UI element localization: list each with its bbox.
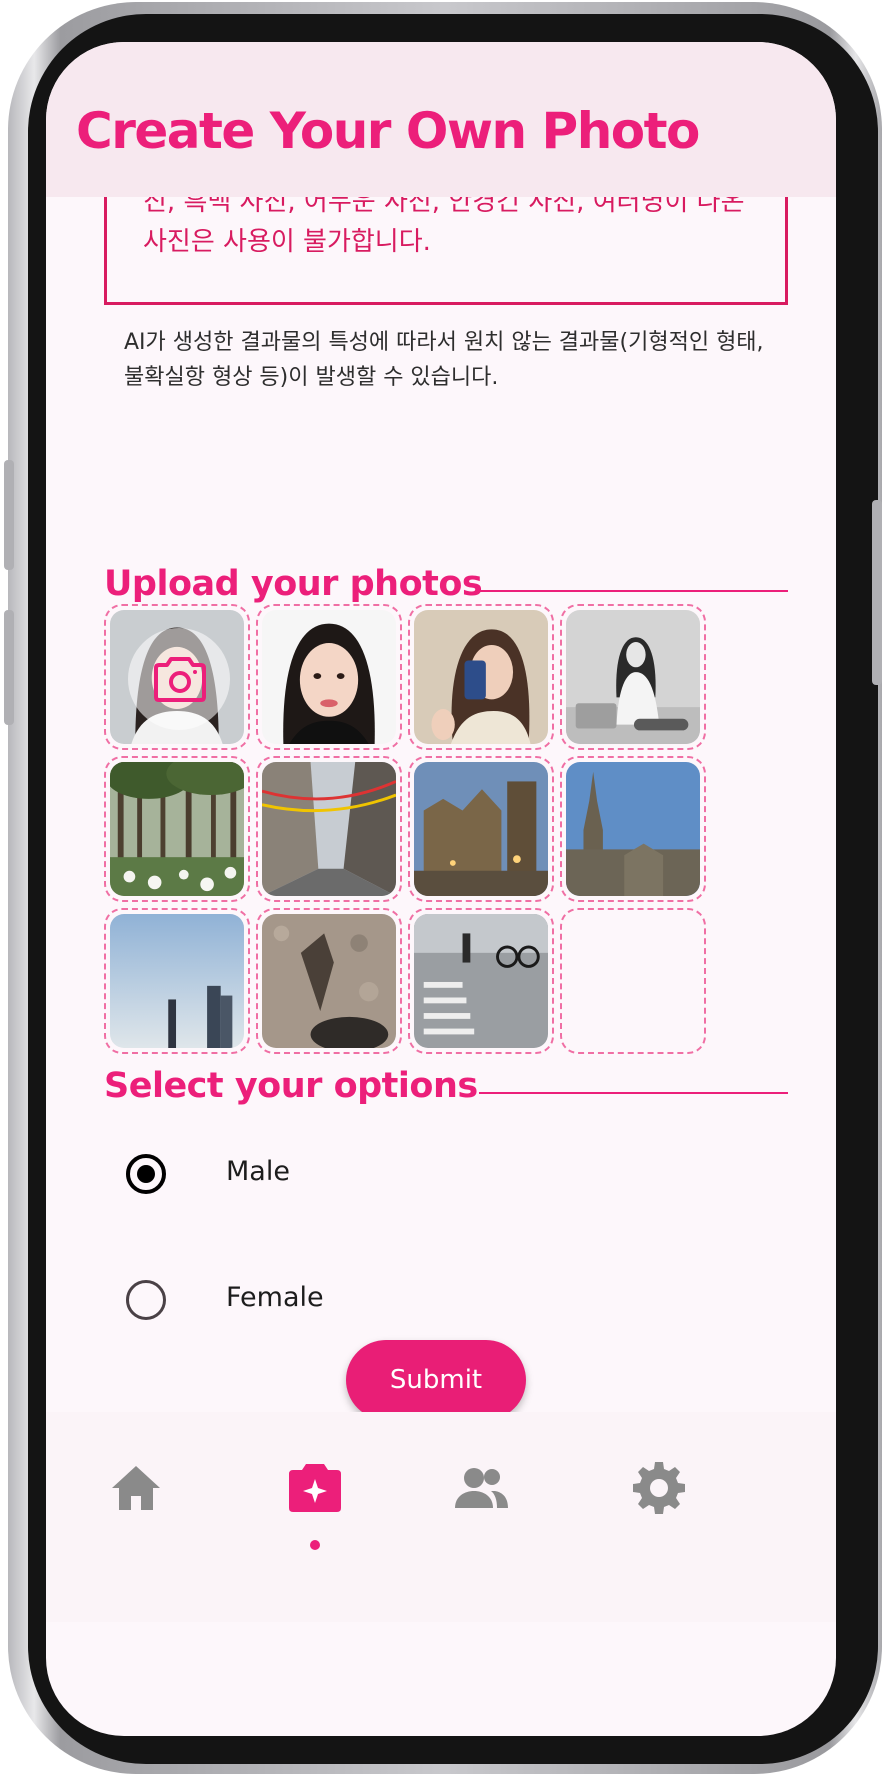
photo-tile[interactable] [104, 908, 250, 1054]
options-section-title: Select your options [104, 1066, 478, 1106]
notice-box: 진, 흑백 사진, 어두운 사진, 안경긴 사진, 여러명이 나온 사진은 사용… [104, 197, 788, 305]
photo-tile[interactable] [560, 756, 706, 902]
photo-tile[interactable] [256, 908, 402, 1054]
upload-photo-button[interactable] [128, 628, 230, 730]
people-icon [455, 1468, 508, 1508]
upload-section-title: Upload your photos [104, 564, 483, 604]
street-photo-thumbnail [262, 762, 396, 896]
section-divider [479, 1092, 788, 1094]
radio-button-unselected[interactable] [126, 1280, 166, 1320]
photo-tile[interactable] [256, 604, 402, 750]
nav-item-create-photo[interactable] [285, 1458, 345, 1518]
photo-grid [104, 604, 788, 1054]
app-screen: 진, 흑백 사진, 어두운 사진, 안경긴 사진, 여러명이 나온 사진은 사용… [46, 42, 836, 1736]
home-icon [112, 1466, 160, 1510]
radio-button-selected[interactable] [126, 1154, 166, 1194]
volume-up-button [4, 460, 14, 570]
sky-photo-thumbnail [110, 914, 244, 1048]
photo-tile[interactable] [256, 756, 402, 902]
power-button [872, 500, 882, 685]
photo-tile[interactable] [560, 604, 706, 750]
create-photo-icon [289, 1464, 341, 1512]
nav-item-settings[interactable] [629, 1458, 689, 1518]
nav-item-home[interactable] [106, 1458, 166, 1518]
volume-down-button [4, 610, 14, 725]
options-section-header: Select your options [104, 1066, 788, 1116]
photo-tile[interactable] [104, 604, 250, 750]
nav-item-people[interactable] [451, 1458, 511, 1518]
crosswalk-photo-thumbnail [414, 914, 548, 1048]
page-title: Create Your Own Photo [76, 102, 700, 160]
ai-disclaimer-text: AI가 생성한 결과물의 특성에 따라서 원치 않는 결과물(기형적인 형태, … [124, 330, 764, 390]
active-indicator [310, 1540, 320, 1550]
portrait-photo-thumbnail [262, 610, 396, 744]
photo-tile[interactable] [408, 756, 554, 902]
gender-option-female[interactable]: Female [126, 1270, 526, 1330]
radio-label-male: Male [226, 1156, 290, 1187]
photo-tile[interactable] [104, 756, 250, 902]
add-photo-slot[interactable] [560, 908, 706, 1054]
section-divider [479, 590, 788, 592]
radio-label-female: Female [226, 1282, 324, 1313]
notice-text: 진, 흑백 사진, 어두운 사진, 안경긴 사진, 여러명이 나온 사진은 사용… [143, 197, 745, 257]
scroll-content[interactable]: 진, 흑백 사진, 어두운 사진, 안경긴 사진, 여러명이 나온 사진은 사용… [46, 197, 836, 1602]
camera-icon [154, 657, 206, 702]
app-header: Create Your Own Photo [46, 42, 836, 197]
bottom-navigation [46, 1412, 836, 1622]
town-hall-photo-thumbnail [566, 762, 700, 896]
photo-tile[interactable] [408, 908, 554, 1054]
grand-place-photo-thumbnail [414, 762, 548, 896]
photo-tile[interactable] [408, 604, 554, 750]
settings-icon [633, 1462, 685, 1514]
cobblestone-photo-thumbnail [262, 914, 396, 1048]
submit-button[interactable]: Submit [346, 1340, 526, 1420]
selfie-photo-thumbnail [414, 610, 548, 744]
forest-photo-thumbnail [110, 762, 244, 896]
gender-option-male[interactable]: Male [126, 1144, 526, 1204]
grayscale-photo-thumbnail [566, 610, 700, 744]
